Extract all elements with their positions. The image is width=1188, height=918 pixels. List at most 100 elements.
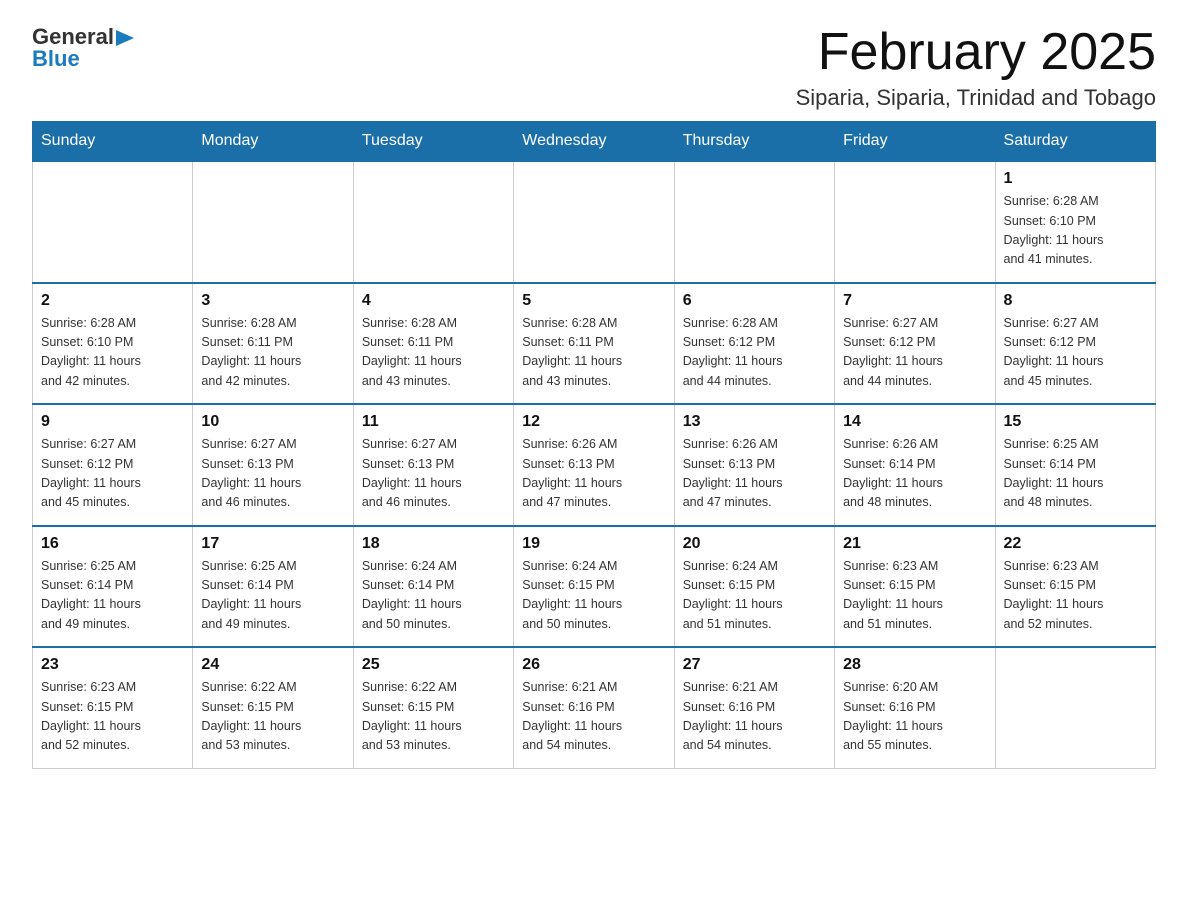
calendar-week-row: 9 Sunrise: 6:27 AMSunset: 6:12 PMDaylight… xyxy=(33,404,1156,526)
day-info: Sunrise: 6:22 AMSunset: 6:15 PMDaylight:… xyxy=(362,678,505,756)
calendar-cell: 23Sunrise: 6:23 AMSunset: 6:15 PMDayligh… xyxy=(33,647,193,768)
day-info: Sunrise: 6:28 AMSunset: 6:11 PMDaylight:… xyxy=(522,314,665,392)
day-number: 13 xyxy=(683,413,826,431)
day-number: 17 xyxy=(201,535,344,553)
day-info: Sunrise: 6:22 AMSunset: 6:15 PMDaylight:… xyxy=(201,678,344,756)
calendar-week-row: 23Sunrise: 6:23 AMSunset: 6:15 PMDayligh… xyxy=(33,647,1156,768)
calendar-cell: 9 Sunrise: 6:27 AMSunset: 6:12 PMDaylight… xyxy=(33,404,193,526)
calendar-cell: 19Sunrise: 6:24 AMSunset: 6:15 PMDayligh… xyxy=(514,526,674,648)
calendar-cell: 21 Sunrise: 6:23 AMSunset: 6:15 PMDayligh… xyxy=(835,526,995,648)
calendar-cell xyxy=(353,161,513,283)
calendar-cell xyxy=(674,161,834,283)
calendar-cell: 28 Sunrise: 6:20 AMSunset: 6:16 PMDayligh… xyxy=(835,647,995,768)
calendar-week-row: 2 Sunrise: 6:28 AMSunset: 6:10 PMDaylight… xyxy=(33,283,1156,405)
day-number: 19 xyxy=(522,535,665,553)
day-number: 25 xyxy=(362,656,505,674)
day-number: 11 xyxy=(362,413,505,431)
day-info: Sunrise: 6:25 AMSunset: 6:14 PMDaylight:… xyxy=(1004,435,1147,513)
calendar-cell: 14Sunrise: 6:26 AMSunset: 6:14 PMDayligh… xyxy=(835,404,995,526)
day-info: Sunrise: 6:20 AMSunset: 6:16 PMDaylight:… xyxy=(843,678,986,756)
day-number: 20 xyxy=(683,535,826,553)
col-thursday: Thursday xyxy=(674,122,834,162)
day-number: 12 xyxy=(522,413,665,431)
calendar-cell xyxy=(33,161,193,283)
calendar-cell: 25 Sunrise: 6:22 AMSunset: 6:15 PMDayligh… xyxy=(353,647,513,768)
col-saturday: Saturday xyxy=(995,122,1155,162)
calendar-cell: 16 Sunrise: 6:25 AMSunset: 6:14 PMDayligh… xyxy=(33,526,193,648)
day-info: Sunrise: 6:24 AMSunset: 6:15 PMDaylight:… xyxy=(683,557,826,635)
day-number: 4 xyxy=(362,292,505,310)
day-number: 28 xyxy=(843,656,986,674)
col-sunday: Sunday xyxy=(33,122,193,162)
day-number: 24 xyxy=(201,656,344,674)
day-number: 7 xyxy=(843,292,986,310)
day-number: 6 xyxy=(683,292,826,310)
logo-blue-text: Blue xyxy=(32,46,80,72)
day-info: Sunrise: 6:27 AMSunset: 6:12 PMDaylight:… xyxy=(1004,314,1147,392)
calendar-cell: 24 Sunrise: 6:22 AMSunset: 6:15 PMDayligh… xyxy=(193,647,353,768)
logo-arrow-icon xyxy=(116,30,134,46)
calendar-cell: 8 Sunrise: 6:27 AMSunset: 6:12 PMDaylight… xyxy=(995,283,1155,405)
day-number: 15 xyxy=(1004,413,1147,431)
day-info: Sunrise: 6:27 AMSunset: 6:13 PMDaylight:… xyxy=(362,435,505,513)
calendar-table: Sunday Monday Tuesday Wednesday Thursday… xyxy=(32,121,1156,769)
day-number: 8 xyxy=(1004,292,1147,310)
day-number: 9 xyxy=(41,413,184,431)
day-number: 10 xyxy=(201,413,344,431)
day-number: 3 xyxy=(201,292,344,310)
calendar-cell: 12Sunrise: 6:26 AMSunset: 6:13 PMDayligh… xyxy=(514,404,674,526)
day-number: 5 xyxy=(522,292,665,310)
calendar-cell: 5 Sunrise: 6:28 AMSunset: 6:11 PMDaylight… xyxy=(514,283,674,405)
col-tuesday: Tuesday xyxy=(353,122,513,162)
calendar-cell: 22Sunrise: 6:23 AMSunset: 6:15 PMDayligh… xyxy=(995,526,1155,648)
calendar-cell: 10 Sunrise: 6:27 AMSunset: 6:13 PMDayligh… xyxy=(193,404,353,526)
calendar-cell: 13Sunrise: 6:26 AMSunset: 6:13 PMDayligh… xyxy=(674,404,834,526)
day-number: 26 xyxy=(522,656,665,674)
day-info: Sunrise: 6:21 AMSunset: 6:16 PMDaylight:… xyxy=(522,678,665,756)
col-wednesday: Wednesday xyxy=(514,122,674,162)
day-info: Sunrise: 6:28 AMSunset: 6:11 PMDaylight:… xyxy=(362,314,505,392)
day-number: 14 xyxy=(843,413,986,431)
calendar-cell: 6 Sunrise: 6:28 AMSunset: 6:12 PMDaylight… xyxy=(674,283,834,405)
day-number: 2 xyxy=(41,292,184,310)
calendar-cell: 26 Sunrise: 6:21 AMSunset: 6:16 PMDayligh… xyxy=(514,647,674,768)
logo: General Blue xyxy=(32,24,134,72)
calendar-cell: 27 Sunrise: 6:21 AMSunset: 6:16 PMDayligh… xyxy=(674,647,834,768)
day-number: 1 xyxy=(1004,170,1147,188)
calendar-cell: 17 Sunrise: 6:25 AMSunset: 6:14 PMDayligh… xyxy=(193,526,353,648)
day-number: 18 xyxy=(362,535,505,553)
calendar-cell xyxy=(193,161,353,283)
day-number: 27 xyxy=(683,656,826,674)
calendar-cell: 15 Sunrise: 6:25 AMSunset: 6:14 PMDayligh… xyxy=(995,404,1155,526)
location-subtitle: Siparia, Siparia, Trinidad and Tobago xyxy=(796,85,1156,111)
day-info: Sunrise: 6:23 AMSunset: 6:15 PMDaylight:… xyxy=(1004,557,1147,635)
day-info: Sunrise: 6:27 AMSunset: 6:13 PMDaylight:… xyxy=(201,435,344,513)
calendar-cell: 11 Sunrise: 6:27 AMSunset: 6:13 PMDayligh… xyxy=(353,404,513,526)
day-info: Sunrise: 6:23 AMSunset: 6:15 PMDaylight:… xyxy=(41,678,184,756)
day-info: Sunrise: 6:27 AMSunset: 6:12 PMDaylight:… xyxy=(41,435,184,513)
day-info: Sunrise: 6:21 AMSunset: 6:16 PMDaylight:… xyxy=(683,678,826,756)
day-info: Sunrise: 6:28 AMSunset: 6:12 PMDaylight:… xyxy=(683,314,826,392)
calendar-week-row: 1 Sunrise: 6:28 AMSunset: 6:10 PMDaylight… xyxy=(33,161,1156,283)
calendar-cell: 1 Sunrise: 6:28 AMSunset: 6:10 PMDaylight… xyxy=(995,161,1155,283)
day-number: 16 xyxy=(41,535,184,553)
calendar-cell xyxy=(835,161,995,283)
calendar-cell: 3Sunrise: 6:28 AMSunset: 6:11 PMDaylight… xyxy=(193,283,353,405)
day-info: Sunrise: 6:28 AMSunset: 6:10 PMDaylight:… xyxy=(1004,192,1147,270)
day-info: Sunrise: 6:28 AMSunset: 6:10 PMDaylight:… xyxy=(41,314,184,392)
col-friday: Friday xyxy=(835,122,995,162)
calendar-cell: 2 Sunrise: 6:28 AMSunset: 6:10 PMDaylight… xyxy=(33,283,193,405)
page-header: General Blue February 2025 Siparia, Sipa… xyxy=(32,24,1156,111)
title-section: February 2025 Siparia, Siparia, Trinidad… xyxy=(796,24,1156,111)
calendar-cell: 20 Sunrise: 6:24 AMSunset: 6:15 PMDayligh… xyxy=(674,526,834,648)
calendar-cell: 4 Sunrise: 6:28 AMSunset: 6:11 PMDaylight… xyxy=(353,283,513,405)
month-title: February 2025 xyxy=(796,24,1156,81)
day-number: 21 xyxy=(843,535,986,553)
day-info: Sunrise: 6:25 AMSunset: 6:14 PMDaylight:… xyxy=(41,557,184,635)
calendar-cell xyxy=(995,647,1155,768)
day-info: Sunrise: 6:23 AMSunset: 6:15 PMDaylight:… xyxy=(843,557,986,635)
calendar-week-row: 16 Sunrise: 6:25 AMSunset: 6:14 PMDayligh… xyxy=(33,526,1156,648)
calendar-cell: 18 Sunrise: 6:24 AMSunset: 6:14 PMDayligh… xyxy=(353,526,513,648)
day-info: Sunrise: 6:25 AMSunset: 6:14 PMDaylight:… xyxy=(201,557,344,635)
day-info: Sunrise: 6:24 AMSunset: 6:14 PMDaylight:… xyxy=(362,557,505,635)
